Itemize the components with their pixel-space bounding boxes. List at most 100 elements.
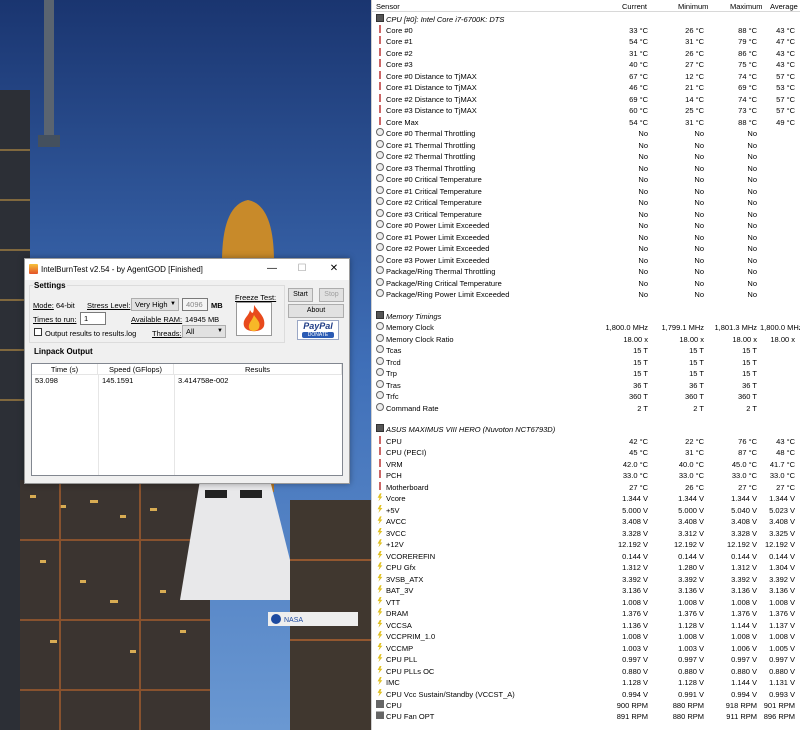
sensor-row[interactable]: +5V 5.000 V 5.000 V 5.040 V 5.023 V — [372, 504, 800, 516]
sensor-row[interactable]: CPU 42 °C 22 °C 76 °C 43 °C — [372, 435, 800, 447]
window-titlebar[interactable]: IntelBurnTest v2.54 - by AgentGOD [Finis… — [25, 259, 349, 280]
sensor-row[interactable]: CPU PLLs OC 0.880 V 0.880 V 0.880 V 0.880 V — [372, 665, 800, 677]
sensor-row[interactable]: Core #3 Power Limit Exceeded No No No — [372, 254, 800, 266]
sensor-row[interactable]: Core #2 31 °C 26 °C 86 °C 43 °C — [372, 47, 800, 59]
sensor-row[interactable]: Package/Ring Thermal Throttling No No No — [372, 265, 800, 277]
sensor-row[interactable]: Core #0 Distance to TjMAX 67 °C 12 °C 74 °C… — [372, 70, 800, 82]
sensor-name: +5V — [386, 505, 400, 515]
about-button[interactable]: About — [288, 304, 344, 318]
sensor-row[interactable]: Core #0 Power Limit Exceeded No No No — [372, 219, 800, 231]
column-header-speed[interactable]: Speed (GFlops) — [98, 364, 174, 375]
minimize-button[interactable]: — — [259, 262, 285, 276]
sensor-average-value: 1.008 V — [769, 632, 795, 642]
output-results-checkbox[interactable] — [34, 328, 42, 336]
sensor-row[interactable]: Core #2 Distance to TjMAX 69 °C 14 °C 74 °C… — [372, 93, 800, 105]
sensor-row[interactable]: +12V 12.192 V 12.192 V 12.192 V 12.192 V — [372, 538, 800, 550]
column-header-minimum[interactable]: Minimum — [678, 2, 708, 11]
sensor-row[interactable]: Core #1 Critical Temperature No No No — [372, 185, 800, 197]
group-toggle-icon[interactable] — [376, 310, 384, 319]
sensor-row[interactable]: CPU 900 RPM 880 RPM 918 RPM 901 RPM — [372, 699, 800, 711]
sensor-group-header[interactable]: ASUS MAXIMUS VIII HERO (Nuvoton NCT6793D… — [372, 423, 800, 435]
sensor-row[interactable]: VCCMP 1.003 V 1.003 V 1.006 V 1.005 V — [372, 642, 800, 654]
sensor-row[interactable]: PCH 33.0 °C 33.0 °C 33.0 °C 33.0 °C — [372, 469, 800, 481]
sensor-row[interactable]: Core Max 54 °C 31 °C 88 °C 49 °C — [372, 116, 800, 128]
sensor-row[interactable]: VRM 42.0 °C 40.0 °C 45.0 °C 41.7 °C — [372, 458, 800, 470]
column-header-average[interactable]: Average — [770, 2, 798, 11]
sensor-row[interactable]: Trcd 15 T 15 T 15 T — [372, 356, 800, 368]
close-button[interactable]: ✕ — [321, 262, 347, 276]
freeze-test-button[interactable] — [236, 302, 272, 336]
thermometer-icon — [376, 93, 384, 102]
sensor-row[interactable]: Core #0 Critical Temperature No No No — [372, 173, 800, 185]
sensor-row[interactable]: Core #1 Thermal Throttling No No No — [372, 139, 800, 151]
start-button[interactable]: Start — [288, 288, 313, 302]
sensor-row[interactable]: AVCC 3.408 V 3.408 V 3.408 V 3.408 V — [372, 515, 800, 527]
sensor-row[interactable]: 3VSB_ATX 3.392 V 3.392 V 3.392 V 3.392 V — [372, 573, 800, 585]
sensor-row[interactable]: IMC 1.128 V 1.128 V 1.144 V 1.131 V — [372, 676, 800, 688]
sensor-minimum-value: 15 T — [689, 369, 704, 379]
sensor-row[interactable]: Trfc 360 T 360 T 360 T — [372, 390, 800, 402]
sensor-row[interactable]: DRAM 1.376 V 1.376 V 1.376 V 1.376 V — [372, 607, 800, 619]
sensor-row[interactable]: Core #1 Power Limit Exceeded No No No — [372, 231, 800, 243]
sensor-row[interactable]: Vcore 1.344 V 1.344 V 1.344 V 1.344 V — [372, 492, 800, 504]
sensor-row[interactable]: 3VCC 3.328 V 3.312 V 3.328 V 3.325 V — [372, 527, 800, 539]
sensor-row[interactable]: VCOREREFIN 0.144 V 0.144 V 0.144 V 0.144 V — [372, 550, 800, 562]
column-header-results[interactable]: Results — [174, 364, 342, 375]
sensor-row[interactable]: CPU Gfx 1.312 V 1.280 V 1.312 V 1.304 V — [372, 561, 800, 573]
sensor-row[interactable]: VTT 1.008 V 1.008 V 1.008 V 1.008 V — [372, 596, 800, 608]
sensor-average-value: 49 °C — [776, 117, 795, 127]
sensor-row[interactable]: Core #3 Distance to TjMAX 60 °C 25 °C 73 °C… — [372, 104, 800, 116]
threads-select[interactable]: All ▼ — [182, 325, 226, 338]
sensor-row[interactable]: Core #0 33 °C 26 °C 88 °C 43 °C — [372, 24, 800, 36]
sensor-group-header[interactable]: Memory Timings — [372, 310, 800, 322]
linpack-results-table[interactable]: Time (s) Speed (GFlops) Results 53.098 1… — [31, 363, 343, 476]
sensor-row[interactable]: VCCSA 1.136 V 1.128 V 1.144 V 1.137 V — [372, 619, 800, 631]
sensor-row[interactable]: Core #2 Thermal Throttling No No No — [372, 150, 800, 162]
sensor-row[interactable]: CPU Fan OPT 891 RPM 880 RPM 911 RPM 896 RPM — [372, 710, 800, 722]
sensor-maximum-value: No — [747, 232, 757, 242]
sensor-row[interactable]: CPU (PECI) 45 °C 31 °C 87 °C 48 °C — [372, 446, 800, 458]
sensor-row[interactable]: Package/Ring Power Limit Exceeded No No No — [372, 288, 800, 300]
fan-icon — [376, 711, 384, 720]
sensor-current-value: No — [638, 278, 648, 288]
sensor-name: Core #0 Critical Temperature — [386, 175, 482, 185]
paypal-donate-button[interactable]: PayPal DONATE — [297, 320, 339, 340]
voltage-icon — [377, 493, 383, 502]
column-header-maximum[interactable]: Maximum — [730, 2, 763, 11]
column-header-current[interactable]: Current — [622, 2, 647, 11]
sensor-row[interactable]: BAT_3V 3.136 V 3.136 V 3.136 V 3.136 V — [372, 584, 800, 596]
sensor-row[interactable]: Core #2 Power Limit Exceeded No No No — [372, 242, 800, 254]
maximize-button[interactable]: ☐ — [289, 262, 315, 276]
sensor-row[interactable]: Core #1 Distance to TjMAX 46 °C 21 °C 69 °C… — [372, 81, 800, 93]
sensor-row[interactable]: Core #3 40 °C 27 °C 75 °C 43 °C — [372, 58, 800, 70]
times-to-run-input[interactable]: 1 — [80, 312, 106, 325]
sensor-row[interactable]: CPU Vcc Sustain/Standby (VCCST_A) 0.994 V… — [372, 688, 800, 700]
sensor-row[interactable]: Memory Clock 1,800.0 MHz 1,799.1 MHz 1,801.… — [372, 321, 800, 333]
sensor-name: CPU PLL — [386, 655, 418, 665]
group-toggle-icon[interactable] — [376, 13, 384, 22]
stress-level-select[interactable]: Very High ▼ — [131, 298, 179, 311]
column-header-sensor[interactable]: Sensor — [376, 2, 400, 11]
sensor-row[interactable]: Tras 36 T 36 T 36 T — [372, 379, 800, 391]
sensor-minimum-value: No — [694, 290, 704, 300]
group-toggle-icon[interactable] — [376, 424, 384, 433]
sensor-row[interactable]: VCCPRIM_1.0 1.008 V 1.008 V 1.008 V 1.008 V — [372, 630, 800, 642]
sensor-row[interactable]: Core #1 54 °C 31 °C 79 °C 47 °C — [372, 35, 800, 47]
sensor-row[interactable]: Memory Clock Ratio 18.00 x 18.00 x 18.00 x 1… — [372, 333, 800, 345]
sensor-minimum-value: 360 T — [684, 392, 704, 402]
stress-mb-field[interactable]: 4096 — [182, 298, 208, 311]
sensor-row[interactable]: CPU PLL 0.997 V 0.997 V 0.997 V 0.997 V — [372, 653, 800, 665]
sensor-row[interactable]: Core #3 Critical Temperature No No No — [372, 208, 800, 220]
sensor-row[interactable]: Trp 15 T 15 T 15 T — [372, 367, 800, 379]
column-header-time[interactable]: Time (s) — [32, 364, 98, 375]
sensor-average-value: 1.376 V — [769, 609, 795, 619]
sensor-group-header[interactable]: CPU [#0]: Intel Core i7-6700K: DTS — [372, 13, 800, 25]
sensor-row[interactable]: Tcas 15 T 15 T 15 T — [372, 344, 800, 356]
stop-button[interactable]: Stop — [319, 288, 344, 302]
sensor-row[interactable]: Core #3 Thermal Throttling No No No — [372, 162, 800, 174]
sensor-row[interactable]: Package/Ring Critical Temperature No No No — [372, 277, 800, 289]
sensor-row[interactable]: Core #2 Critical Temperature No No No — [372, 196, 800, 208]
sensor-row[interactable]: Core #0 Thermal Throttling No No No — [372, 127, 800, 139]
sensor-row[interactable]: Motherboard 27 °C 26 °C 27 °C 27 °C — [372, 481, 800, 493]
sensor-row[interactable]: Command Rate 2 T 2 T 2 T — [372, 402, 800, 414]
